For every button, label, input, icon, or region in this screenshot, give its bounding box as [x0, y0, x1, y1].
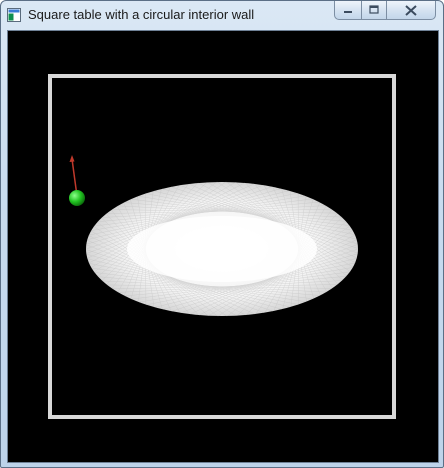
- maximize-icon: [369, 5, 379, 14]
- title-bar[interactable]: Square table with a circular interior wa…: [1, 1, 443, 30]
- billiard-scene: [48, 74, 396, 419]
- close-icon: [405, 4, 417, 16]
- interior-wall: [85, 181, 359, 317]
- ball: [69, 190, 85, 206]
- close-button[interactable]: [387, 1, 436, 20]
- simulation-canvas[interactable]: [7, 30, 439, 463]
- window-app-icon: [7, 8, 21, 22]
- maximize-button[interactable]: [361, 1, 387, 20]
- app-window: Square table with a circular interior wa…: [0, 0, 444, 468]
- velocity-arrow: [69, 155, 78, 197]
- minimize-button[interactable]: [334, 1, 361, 20]
- window-title: Square table with a circular interior wa…: [28, 7, 255, 22]
- caption-buttons: [334, 1, 438, 21]
- minimize-icon: [344, 11, 352, 13]
